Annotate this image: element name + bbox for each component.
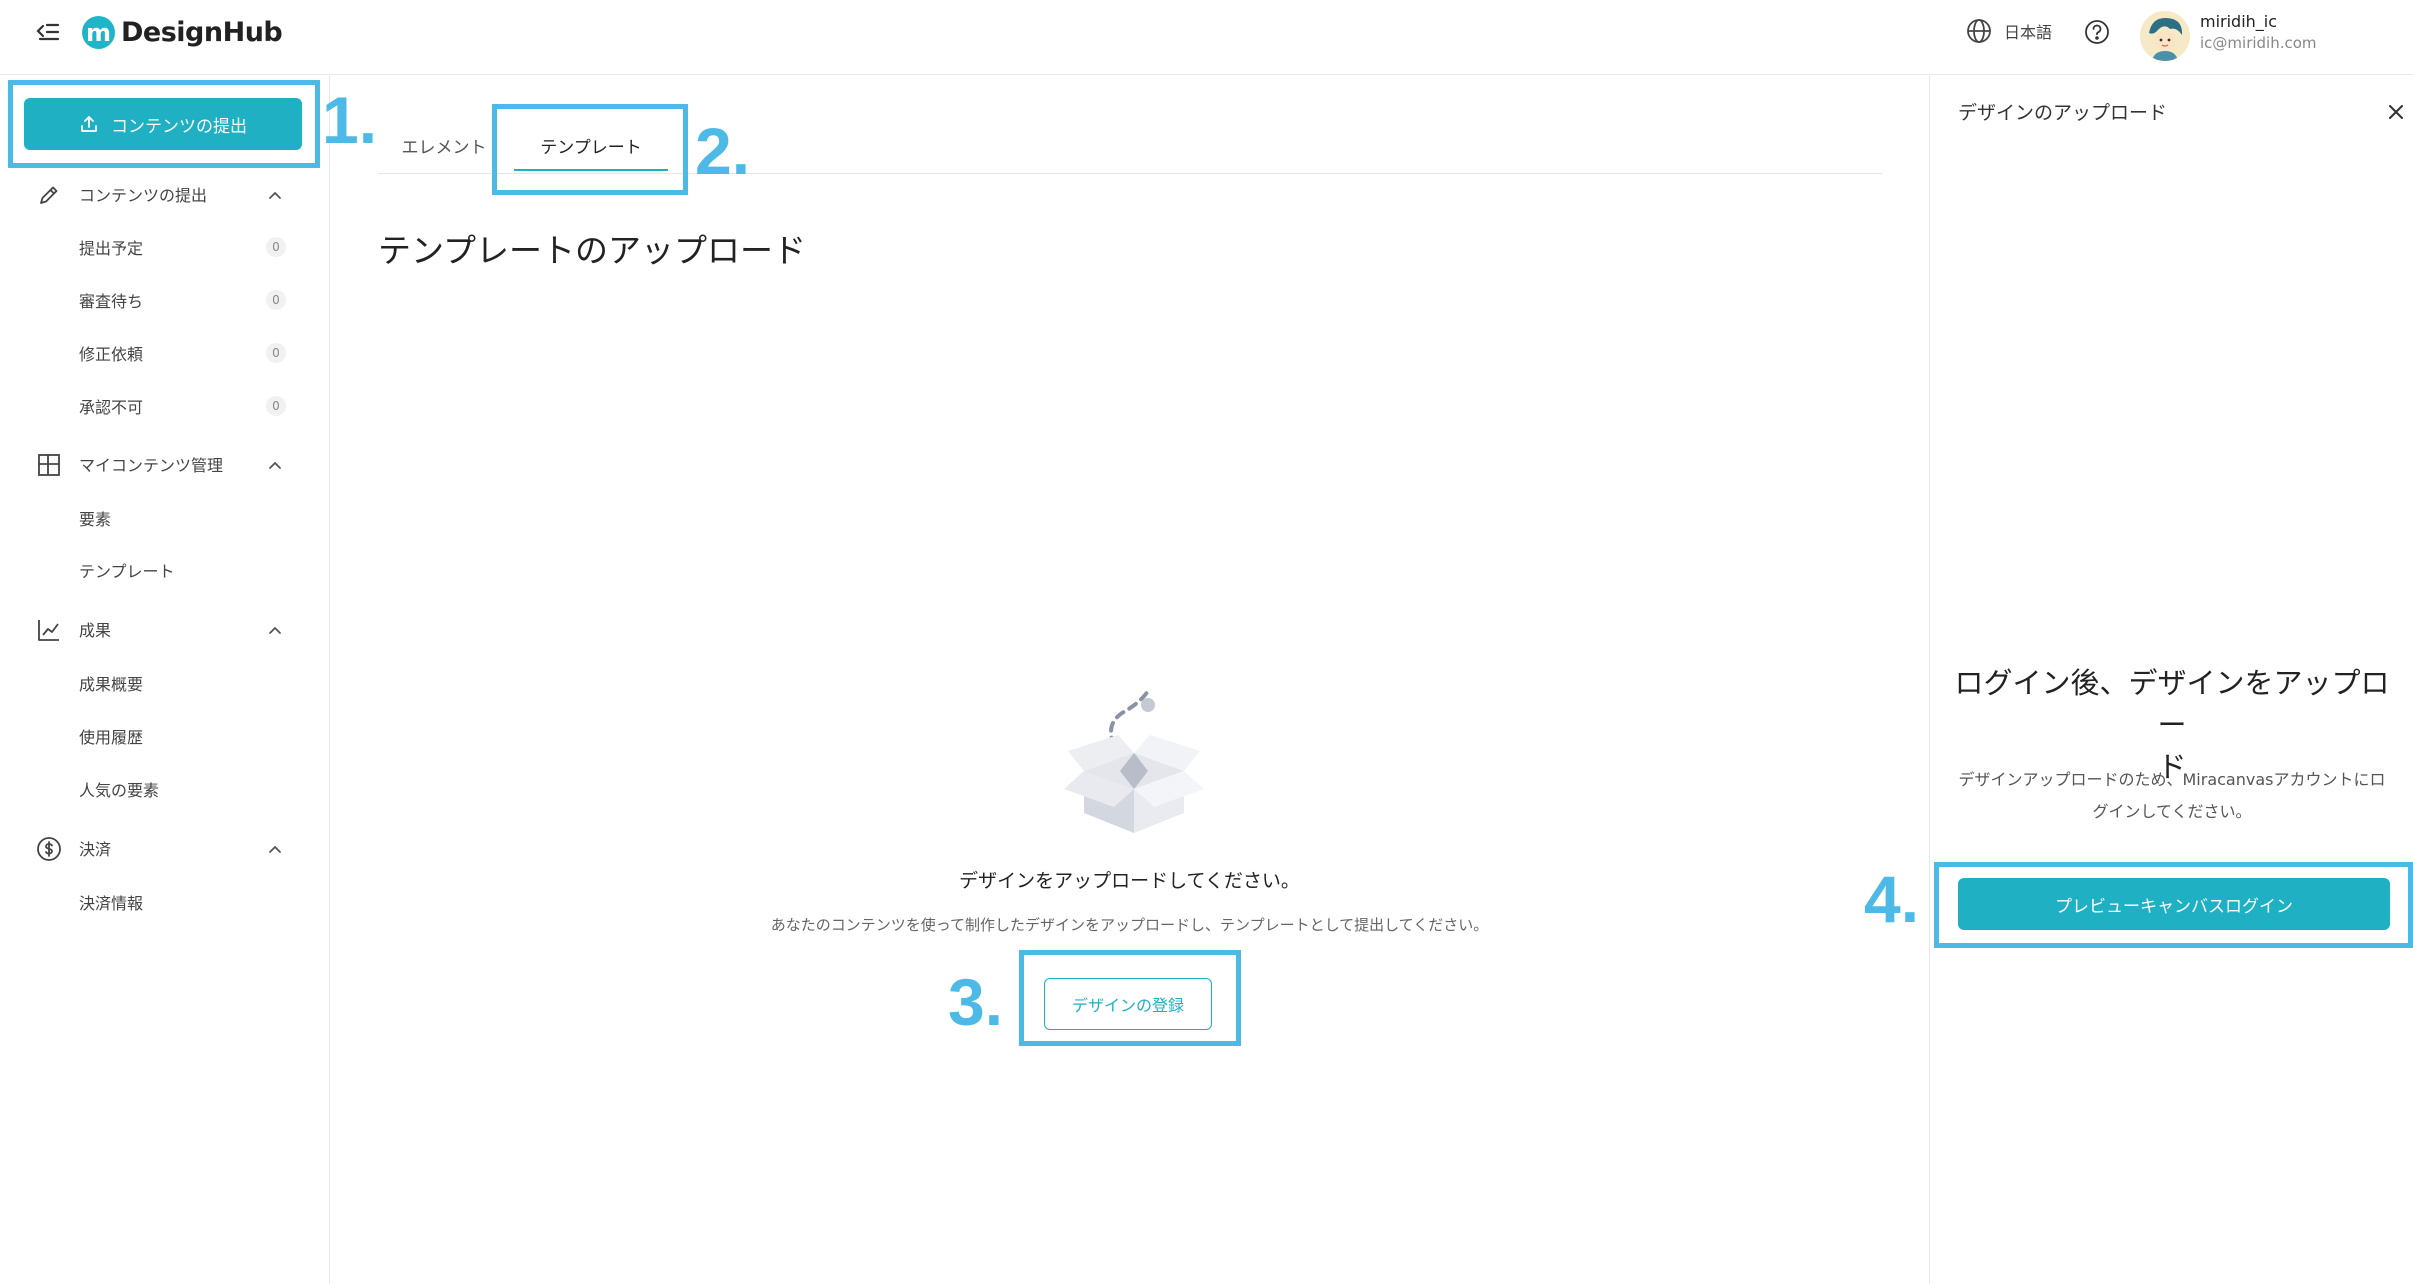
step-number-4: 4. [1864,862,1920,936]
panel-description-line2: グインしてください。 [2092,802,2252,821]
collapse-menu-icon[interactable] [34,18,62,46]
sidebar-item-results-overview[interactable]: 成果概要 [0,665,330,701]
language-selector[interactable]: 日本語 [1966,18,2052,44]
sidebar-section-label: コンテンツの提出 [79,186,208,205]
app-logo[interactable]: m DesignHub [82,16,283,49]
sidebar-item-label: 審査待ち [79,292,144,311]
highlight-box-3 [1019,950,1241,1046]
sidebar-item-label: 使用履歴 [79,728,144,747]
panel-heading-line1: ログイン後、デザインをアップロー [1954,666,2390,742]
sidebar-item-payment-info[interactable]: 決済情報 [0,884,330,920]
sidebar-item-elements[interactable]: 要素 [0,500,330,536]
sidebar-item-label: 修正依頼 [79,345,144,364]
count-badge: 0 [266,290,286,310]
count-badge: 0 [266,396,286,416]
empty-state-title: デザインをアップロードしてください。 [959,870,1300,892]
step-number-2: 2. [695,114,751,188]
panel-title: デザインのアップロード [1958,102,2168,124]
sidebar-section-results[interactable]: 成果 [0,609,330,649]
top-bar: m DesignHub 日本語 miridih_ic ic@miridih.co… [0,0,2413,75]
highlight-box-2 [492,104,688,195]
dollar-circle-icon [37,837,61,861]
app-name: DesignHub [121,17,283,48]
chevron-up-icon[interactable] [266,840,284,858]
sidebar-item-label: 成果概要 [79,675,144,694]
panel-description-line1: デザインアップロードのため、Miracanvasアカウントにロ [1958,770,2386,789]
sidebar: コンテンツの提出 コンテンツの提出 提出予定 0 審査待ち 0 修正依頼 0 承… [0,76,330,1284]
empty-box-illustration [1060,683,1208,833]
tab-elements[interactable]: エレメント [398,116,490,174]
sidebar-item-revision-request[interactable]: 修正依頼 0 [0,335,330,371]
count-badge: 0 [266,237,286,257]
sidebar-item-label: 要素 [79,510,112,529]
page-title: テンプレートのアップロード [378,231,807,270]
user-name: miridih_ic [2200,12,2278,31]
sidebar-section-label: 成果 [79,621,112,640]
line-chart-icon [38,620,59,641]
panel-description: デザインアップロードのため、Miracanvasアカウントにロ グインしてくださ… [1950,764,2394,828]
chevron-up-icon[interactable] [266,621,284,639]
sidebar-item-rejected[interactable]: 承認不可 0 [0,388,330,424]
sidebar-section-content-submission[interactable]: コンテンツの提出 [0,174,330,214]
sidebar-item-label: 決済情報 [79,894,144,913]
logo-mark: m [82,16,115,49]
sidebar-section-label: マイコンテンツ管理 [79,456,224,475]
help-icon[interactable] [2083,18,2111,46]
count-badge: 0 [266,343,286,363]
step-number-3: 3. [948,965,1004,1039]
main-content: エレメント テンプレート テンプレートのアップロード デザインをアップロードして… [331,76,1928,1284]
pencil-icon [40,186,58,204]
sidebar-section-label: 決済 [79,840,112,859]
highlight-box-4 [1934,862,2413,948]
chevron-up-icon[interactable] [266,186,284,204]
upload-side-panel: デザインのアップロード ログイン後、デザインをアップロー ド デザインアップロー… [1929,76,2413,1284]
sidebar-section-payment[interactable]: 決済 [0,828,330,868]
user-email: ic@miridih.com [2200,34,2317,52]
sidebar-item-planned[interactable]: 提出予定 0 [0,229,330,265]
sidebar-item-label: 承認不可 [79,398,144,417]
language-label: 日本語 [2004,23,2053,42]
globe-icon [1967,19,1991,43]
chevron-up-icon[interactable] [266,456,284,474]
sidebar-item-templates[interactable]: テンプレート [0,552,330,588]
step-number-1: 1. [322,83,378,157]
sidebar-item-pending-review[interactable]: 審査待ち 0 [0,282,330,318]
close-icon[interactable] [2384,100,2408,124]
empty-state-description: あなたのコンテンツを使って制作したデザインをアップロードし、テンプレートとして提… [770,916,1489,934]
sidebar-item-label: 提出予定 [79,239,144,258]
sidebar-section-my-content[interactable]: マイコンテンツ管理 [0,444,330,484]
sidebar-item-label: テンプレート [79,562,175,581]
sidebar-item-popular-elements[interactable]: 人気の要素 [0,771,330,807]
layout-grid-icon [38,454,60,476]
avatar[interactable] [2140,11,2190,61]
sidebar-item-usage-history[interactable]: 使用履歴 [0,718,330,754]
sidebar-item-label: 人気の要素 [79,781,160,800]
highlight-box-1 [8,80,320,168]
